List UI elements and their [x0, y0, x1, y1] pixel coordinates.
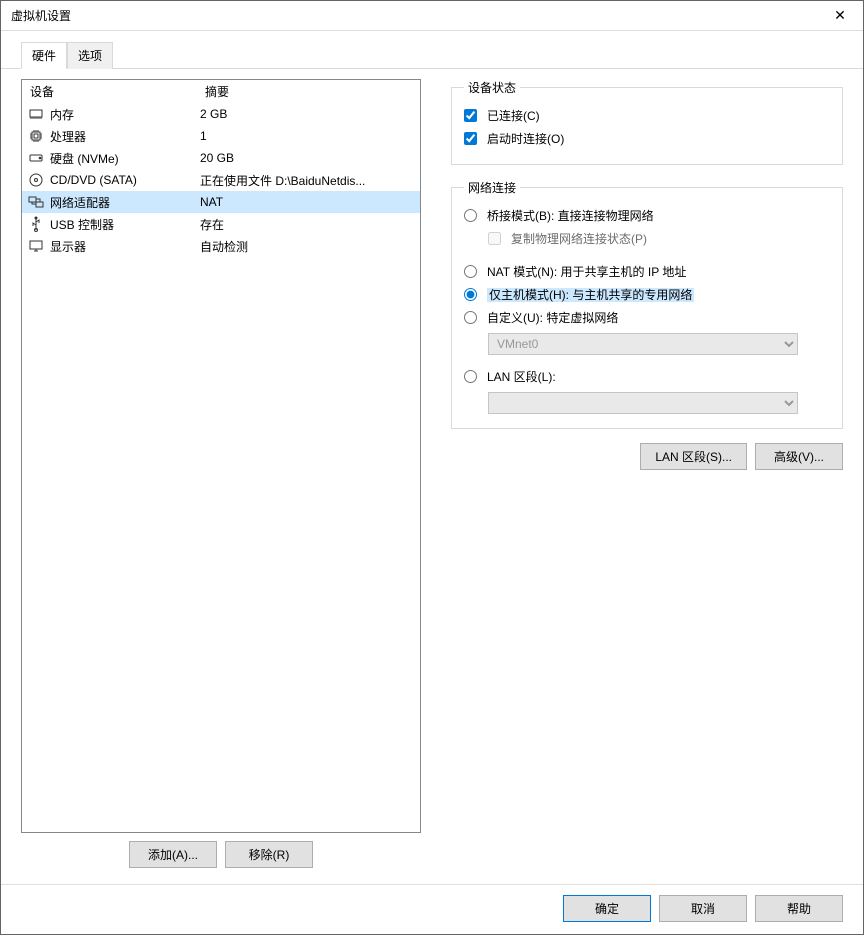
bridged-label: 桥接模式(B): 直接连接物理网络 [487, 207, 654, 224]
network-connection-group: 网络连接 桥接模式(B): 直接连接物理网络 复制物理网络连接状态(P) NAT… [451, 179, 843, 429]
lan-segments-button[interactable]: LAN 区段(S)... [640, 443, 747, 470]
connect-at-poweron-checkbox[interactable] [464, 132, 477, 145]
add-button[interactable]: 添加(A)... [129, 841, 217, 868]
replicate-label: 复制物理网络连接状态(P) [511, 230, 647, 247]
content-area: 设备 摘要 内存 2 GB 处理器 1 [1, 69, 863, 884]
bridged-radio[interactable] [464, 209, 477, 222]
lanseg-radio[interactable] [464, 370, 477, 383]
right-button-row: LAN 区段(S)... 高级(V)... [451, 443, 843, 470]
device-list-headers: 设备 摘要 [22, 80, 420, 103]
left-panel: 设备 摘要 内存 2 GB 处理器 1 [21, 79, 421, 884]
lanseg-radio-row[interactable]: LAN 区段(L): [464, 365, 830, 388]
custom-network-select: VMnet0 [488, 333, 798, 355]
device-row-cddvd[interactable]: CD/DVD (SATA) 正在使用文件 D:\BaiduNetdis... [22, 169, 420, 191]
titlebar: 虚拟机设置 ✕ [1, 1, 863, 31]
cddvd-icon [28, 172, 44, 188]
replicate-checkbox-row: 复制物理网络连接状态(P) [488, 227, 830, 250]
cancel-button[interactable]: 取消 [659, 895, 747, 922]
close-button[interactable]: ✕ [817, 1, 863, 31]
device-summary: 20 GB [200, 151, 416, 165]
device-summary: NAT [200, 195, 416, 209]
header-device[interactable]: 设备 [22, 80, 197, 103]
device-status-legend: 设备状态 [464, 79, 520, 96]
harddisk-icon [28, 150, 44, 166]
window-title: 虚拟机设置 [11, 7, 817, 24]
device-name: 处理器 [50, 128, 200, 145]
custom-radio-row[interactable]: 自定义(U): 特定虚拟网络 [464, 306, 830, 329]
connect-at-poweron-label: 启动时连接(O) [487, 130, 564, 147]
dialog-footer: 确定 取消 帮助 [1, 884, 863, 934]
device-row-processor[interactable]: 处理器 1 [22, 125, 420, 147]
nat-label: NAT 模式(N): 用于共享主机的 IP 地址 [487, 263, 686, 280]
hostonly-label: 仅主机模式(H): 与主机共享的专用网络 [487, 286, 694, 303]
remove-button[interactable]: 移除(R) [225, 841, 313, 868]
processor-icon [28, 128, 44, 144]
device-name: 硬盘 (NVMe) [50, 150, 200, 167]
nat-radio-row[interactable]: NAT 模式(N): 用于共享主机的 IP 地址 [464, 260, 830, 283]
device-row-usb[interactable]: USB 控制器 存在 [22, 213, 420, 235]
memory-icon [28, 106, 44, 122]
help-button[interactable]: 帮助 [755, 895, 843, 922]
device-summary: 自动检测 [200, 238, 416, 255]
usb-icon [28, 216, 44, 232]
left-button-row: 添加(A)... 移除(R) [21, 833, 421, 884]
custom-label: 自定义(U): 特定虚拟网络 [487, 309, 618, 326]
hostonly-radio[interactable] [464, 288, 477, 301]
connect-at-poweron-row[interactable]: 启动时连接(O) [464, 127, 830, 150]
custom-radio[interactable] [464, 311, 477, 324]
device-row-display[interactable]: 显示器 自动检测 [22, 235, 420, 257]
device-name: CD/DVD (SATA) [50, 173, 200, 187]
advanced-button[interactable]: 高级(V)... [755, 443, 843, 470]
connected-label: 已连接(C) [487, 107, 540, 124]
bridged-radio-row[interactable]: 桥接模式(B): 直接连接物理网络 [464, 204, 830, 227]
lanseg-select [488, 392, 798, 414]
device-row-memory[interactable]: 内存 2 GB [22, 103, 420, 125]
nat-radio[interactable] [464, 265, 477, 278]
device-name: 显示器 [50, 238, 200, 255]
ok-button[interactable]: 确定 [563, 895, 651, 922]
tab-options[interactable]: 选项 [67, 42, 113, 69]
device-name: USB 控制器 [50, 216, 200, 233]
device-list: 设备 摘要 内存 2 GB 处理器 1 [21, 79, 421, 833]
network-adapter-icon [28, 194, 44, 210]
device-summary: 正在使用文件 D:\BaiduNetdis... [200, 172, 416, 189]
hostonly-radio-row[interactable]: 仅主机模式(H): 与主机共享的专用网络 [464, 283, 830, 306]
device-row-network-adapter[interactable]: 网络适配器 NAT [22, 191, 420, 213]
header-summary[interactable]: 摘要 [197, 80, 420, 103]
tab-hardware[interactable]: 硬件 [21, 42, 67, 69]
device-summary: 2 GB [200, 107, 416, 121]
right-panel: 设备状态 已连接(C) 启动时连接(O) 网络连接 桥接模式(B): 直接连接物… [451, 79, 843, 884]
connected-checkbox-row[interactable]: 已连接(C) [464, 104, 830, 127]
lanseg-label: LAN 区段(L): [487, 368, 556, 385]
tabbar: 硬件 选项 [1, 31, 863, 69]
network-connection-legend: 网络连接 [464, 179, 520, 196]
replicate-checkbox [488, 232, 501, 245]
close-icon: ✕ [834, 7, 846, 24]
device-name: 网络适配器 [50, 194, 200, 211]
connected-checkbox[interactable] [464, 109, 477, 122]
device-summary: 存在 [200, 216, 416, 233]
device-row-harddisk[interactable]: 硬盘 (NVMe) 20 GB [22, 147, 420, 169]
device-summary: 1 [200, 129, 416, 143]
device-status-group: 设备状态 已连接(C) 启动时连接(O) [451, 79, 843, 165]
device-name: 内存 [50, 106, 200, 123]
display-icon [28, 238, 44, 254]
